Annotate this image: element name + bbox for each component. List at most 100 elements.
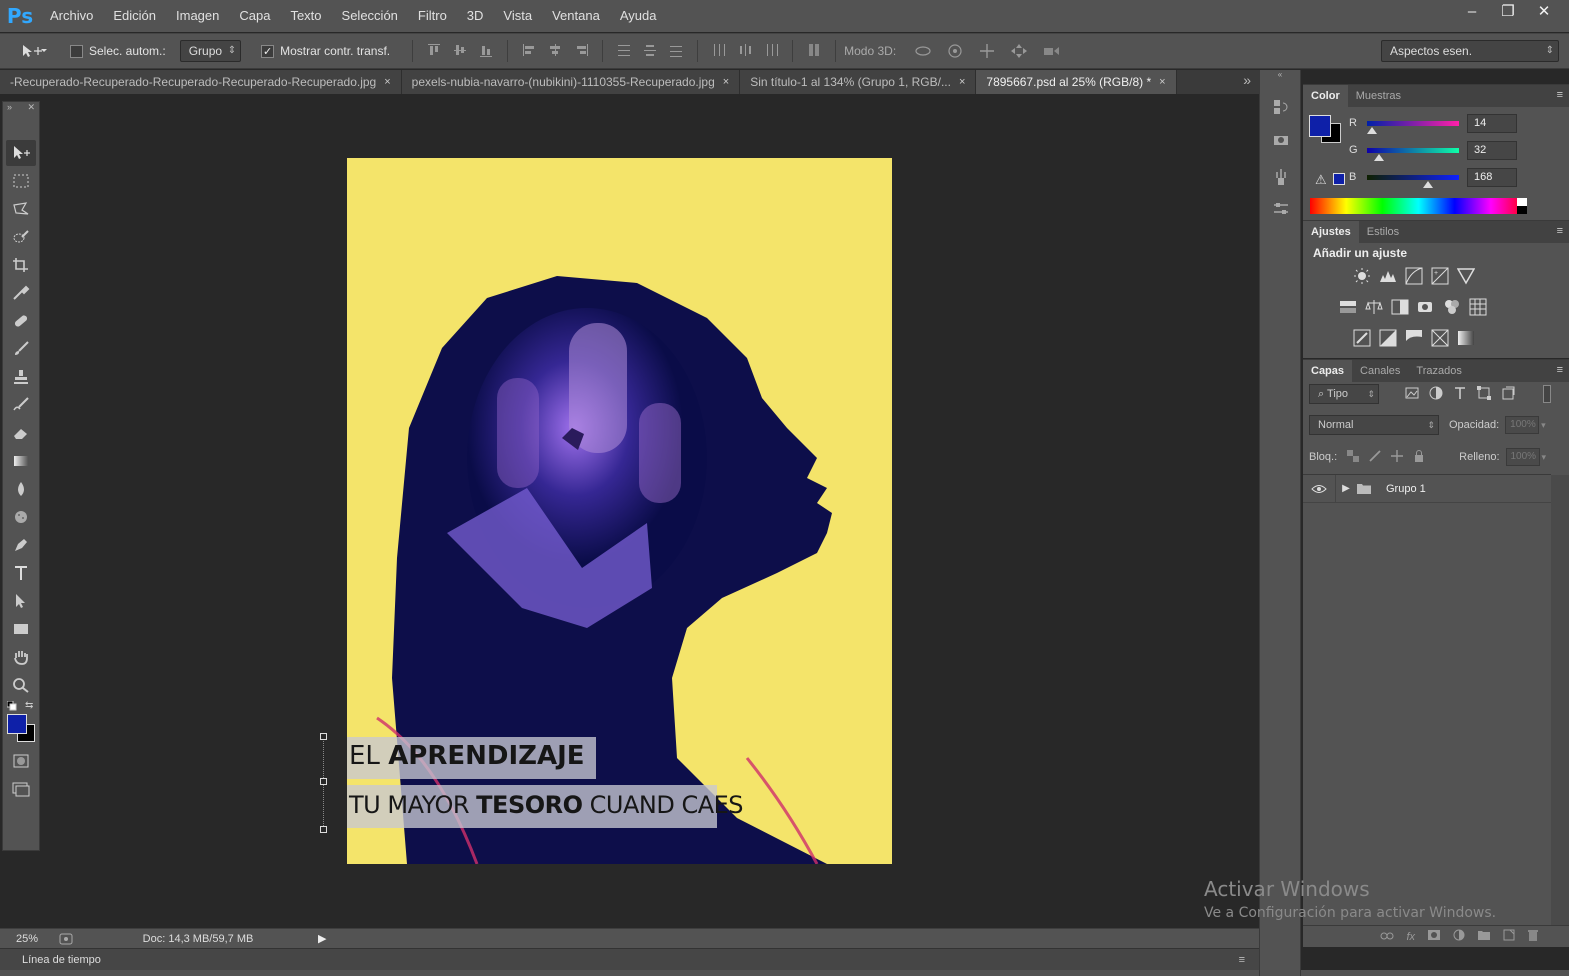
brightness-icon[interactable] — [1353, 267, 1371, 285]
poster-subline[interactable]: TU MAYOR TESORO CUAND CAES — [349, 791, 744, 819]
align-top-icon[interactable] — [424, 40, 444, 60]
menu-seleccion[interactable]: Selección — [332, 0, 408, 32]
tab-document-1[interactable]: -Recuperado-Recuperado-Recuperado-Recupe… — [0, 70, 402, 94]
color-spectrum-bar[interactable] — [1310, 198, 1527, 214]
close-tab-icon[interactable]: × — [959, 76, 965, 88]
distribute-top-icon[interactable] — [614, 40, 634, 60]
path-select-tool[interactable] — [6, 588, 36, 614]
crop-tool[interactable] — [6, 252, 36, 278]
timeline-bar[interactable]: Línea de tiempo ≡ — [0, 948, 1259, 970]
menu-ventana[interactable]: Ventana — [542, 0, 610, 32]
transform-handle-middle[interactable] — [320, 778, 327, 785]
gradient-tool[interactable] — [6, 448, 36, 474]
fill-input[interactable]: 100% — [1505, 448, 1540, 466]
align-bottom-icon[interactable] — [476, 40, 496, 60]
filter-shape-icon[interactable] — [1477, 385, 1491, 403]
filter-smart-object-icon[interactable] — [1501, 386, 1515, 403]
distribute-hcenter-icon[interactable] — [735, 40, 755, 60]
tab-trazados[interactable]: Trazados — [1408, 360, 1469, 382]
color-balance-icon[interactable] — [1365, 298, 1383, 316]
align-right-icon[interactable] — [571, 40, 591, 60]
lock-pixels-icon[interactable] — [1369, 449, 1381, 465]
close-window-button[interactable]: ✕ — [1531, 0, 1557, 22]
gradient-map-icon[interactable] — [1457, 329, 1475, 347]
tab-ajustes[interactable]: Ajustes — [1303, 221, 1359, 243]
slide-3d-icon[interactable] — [1009, 41, 1029, 61]
b-slider-track[interactable] — [1367, 174, 1459, 188]
close-tab-icon[interactable]: × — [723, 76, 729, 88]
b-input[interactable]: 168 — [1467, 167, 1517, 187]
add-mask-icon[interactable] — [1427, 929, 1441, 944]
distribute-right-icon[interactable] — [761, 40, 781, 60]
channel-mixer-icon[interactable] — [1443, 298, 1461, 316]
status-menu-arrow-icon[interactable]: ▶ — [318, 932, 326, 945]
eraser-tool[interactable] — [6, 420, 36, 446]
eyedropper-tool[interactable] — [6, 280, 36, 306]
shape-tool[interactable] — [6, 616, 36, 642]
panel-menu-icon[interactable]: ≡ — [1557, 364, 1563, 376]
color-lookup-icon[interactable] — [1469, 298, 1487, 316]
auto-select-dropdown[interactable]: Grupo — [179, 40, 242, 62]
marquee-tool[interactable] — [6, 168, 36, 194]
blur-tool[interactable] — [6, 476, 36, 502]
new-layer-icon[interactable] — [1503, 929, 1515, 944]
opacity-input[interactable]: 100% — [1505, 416, 1540, 434]
tab-estilos[interactable]: Estilos — [1359, 221, 1407, 243]
levels-icon[interactable] — [1379, 267, 1397, 285]
transform-handle-top[interactable] — [320, 733, 327, 740]
menu-ayuda[interactable]: Ayuda — [610, 0, 667, 32]
transform-handle-bottom[interactable] — [320, 826, 327, 833]
adjust-panel-button[interactable] — [1266, 196, 1296, 222]
new-group-icon[interactable] — [1477, 929, 1491, 944]
opacity-dropdown-icon[interactable]: ▾ — [1541, 420, 1546, 431]
spectrum-white[interactable] — [1517, 198, 1527, 206]
expand-group-icon[interactable]: ▶ — [1336, 483, 1356, 494]
photo-filter-icon[interactable] — [1417, 298, 1435, 316]
tab-capas[interactable]: Capas — [1303, 360, 1353, 382]
layer-filter-dropdown[interactable]: ⌕ Tipo — [1309, 384, 1379, 404]
menu-vista[interactable]: Vista — [493, 0, 542, 32]
quick-mask-tool[interactable] — [6, 748, 36, 774]
quick-select-tool[interactable] — [6, 224, 36, 250]
align-vcenter-icon[interactable] — [450, 40, 470, 60]
close-tab-icon[interactable]: × — [1159, 76, 1165, 88]
restore-button[interactable]: ❐ — [1495, 0, 1521, 22]
tab-document-4[interactable]: 7895667.psd al 25% (RGB/8) * × — [976, 70, 1177, 94]
tab-document-2[interactable]: pexels-nubia-navarro-(nubikini)-1110355-… — [401, 70, 741, 94]
panel-menu-icon[interactable]: ≡ — [1557, 89, 1563, 101]
menu-capa[interactable]: Capa — [229, 0, 280, 32]
black-white-icon[interactable] — [1391, 298, 1409, 316]
filter-adjustment-icon[interactable] — [1429, 386, 1443, 403]
poster-headline[interactable]: EL APRENDIZAJE — [349, 741, 585, 771]
tab-overflow-icon[interactable]: » — [1243, 72, 1251, 88]
pen-tool[interactable] — [6, 532, 36, 558]
stamp-tool[interactable] — [6, 364, 36, 390]
panel-menu-icon[interactable]: ≡ — [1557, 225, 1563, 237]
minimize-button[interactable]: – — [1459, 0, 1485, 22]
web-safe-color-swatch[interactable] — [1333, 173, 1345, 185]
lock-all-icon[interactable] — [1413, 449, 1425, 465]
distribute-vcenter-icon[interactable] — [640, 40, 660, 60]
tab-document-3[interactable]: Sin título-1 al 134% (Grupo 1, RGB/... × — [740, 70, 977, 94]
scale-3d-icon[interactable] — [1041, 41, 1061, 61]
healing-tool[interactable] — [6, 308, 36, 334]
align-left-icon[interactable] — [519, 40, 539, 60]
exposure-icon[interactable]: + — [1431, 267, 1449, 285]
menu-texto[interactable]: Texto — [280, 0, 331, 32]
g-input[interactable]: 32 — [1467, 140, 1517, 160]
menu-edicion[interactable]: Edición — [103, 0, 166, 32]
filter-type-icon[interactable] — [1453, 386, 1467, 403]
layer-style-icon[interactable]: fx — [1406, 931, 1415, 943]
tab-color[interactable]: Color — [1303, 85, 1348, 107]
threshold-icon[interactable] — [1405, 329, 1423, 347]
posterize-icon[interactable] — [1379, 329, 1397, 347]
properties-panel-button[interactable] — [1266, 126, 1296, 152]
lasso-tool[interactable] — [6, 196, 36, 222]
show-transform-checkbox[interactable]: ✓ — [261, 44, 275, 58]
pan-3d-icon[interactable] — [977, 41, 997, 61]
r-slider-track[interactable] — [1367, 120, 1459, 134]
invert-icon[interactable] — [1353, 329, 1371, 347]
swap-colors-icon[interactable]: ⇆ — [25, 700, 33, 711]
tab-canales[interactable]: Canales — [1352, 360, 1408, 382]
new-adjustment-icon[interactable] — [1453, 929, 1465, 944]
